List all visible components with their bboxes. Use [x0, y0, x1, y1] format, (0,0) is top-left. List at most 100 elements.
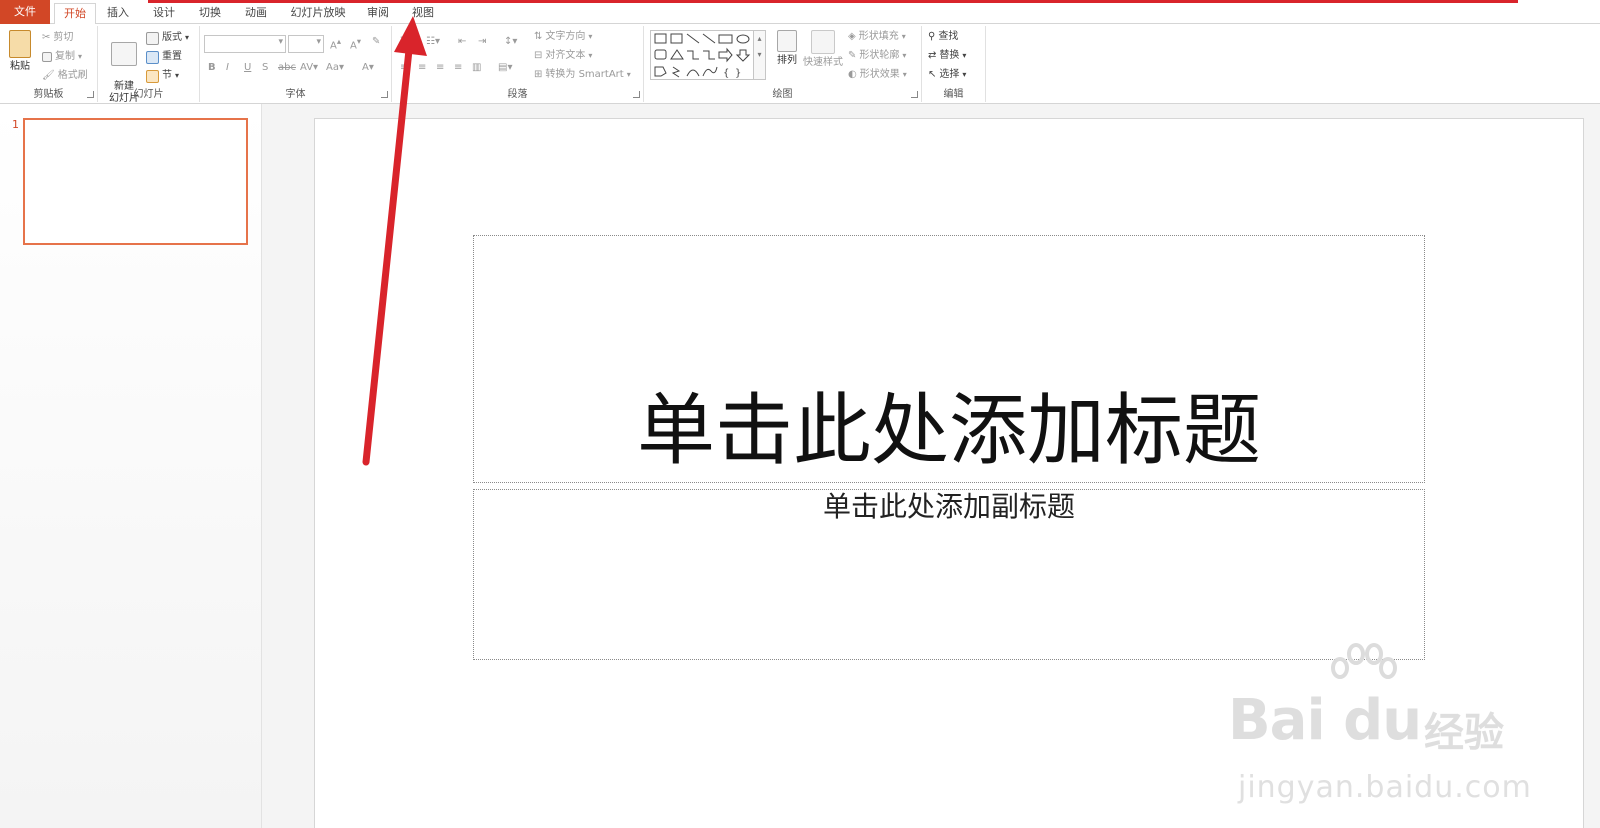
smartart-icon: ⊞	[534, 69, 543, 80]
tab-animations[interactable]: 动画	[238, 3, 274, 24]
subtitle-placeholder-text: 单击此处添加副标题	[822, 490, 1075, 523]
group-label-paragraph: 段落	[507, 89, 528, 100]
paragraph-dialog-launcher[interactable]	[633, 91, 640, 98]
brush-icon: 🖌	[42, 70, 55, 81]
align-center-icon[interactable]: ≡	[418, 62, 426, 73]
strikethrough-icon[interactable]: abc	[278, 62, 296, 73]
shape-outline-button[interactable]: ✎ 形状轮廓 ▾	[848, 47, 906, 65]
font-name-combo[interactable]	[204, 35, 286, 53]
tab-transitions[interactable]: 切换	[192, 3, 228, 24]
text-direction-icon: ⇅	[534, 31, 543, 42]
align-text-label: 对齐文本	[545, 50, 586, 61]
tab-file[interactable]: 文件	[0, 0, 50, 24]
replace-button[interactable]: ⇄ 替换 ▾	[928, 47, 966, 65]
watermark-brand-cn: 经验	[1424, 710, 1504, 756]
ribbon-home: 粘贴 ✂ 剪切 复制 ▾ 🖌 格式刷 剪贴板 新建 幻灯片 版式 ▾ 重置 节 …	[0, 24, 1600, 104]
find-button[interactable]: ⚲ 查找	[928, 28, 958, 46]
decrease-font-icon[interactable]: A▾	[350, 36, 361, 51]
align-left-icon[interactable]: ≡	[400, 62, 408, 73]
text-direction-button[interactable]: ⇅ 文字方向 ▾	[534, 28, 592, 46]
reset-button[interactable]: 重置	[146, 48, 182, 66]
copy-icon	[42, 52, 52, 62]
shapes-gallery[interactable]: {}	[650, 30, 754, 80]
section-button[interactable]: 节 ▾	[146, 67, 179, 85]
clear-format-icon[interactable]: ✎	[372, 36, 380, 47]
cut-button[interactable]: ✂ 剪切	[42, 29, 73, 47]
svg-text:{: {	[723, 68, 729, 79]
numbering-icon[interactable]: ☷▾	[426, 36, 440, 47]
slide-thumbnail-number: 1	[12, 118, 19, 131]
shapes-gallery-icons: {}	[654, 33, 751, 79]
quick-styles-label: 快速样式	[803, 57, 843, 68]
shapes-gallery-scroll[interactable]: ▴ ▾	[754, 30, 766, 80]
format-painter-button[interactable]: 🖌 格式刷	[42, 67, 88, 85]
effects-icon: ◐	[848, 69, 857, 80]
format-painter-label: 格式刷	[57, 70, 88, 81]
find-label: 查找	[938, 31, 959, 42]
tab-slideshow[interactable]: 幻灯片放映	[284, 3, 352, 24]
justify-icon[interactable]: ≡	[454, 62, 462, 73]
paint-bucket-icon: ◈	[848, 31, 856, 42]
subtitle-placeholder[interactable]: 单击此处添加副标题	[473, 489, 1425, 660]
copy-button[interactable]: 复制 ▾	[42, 48, 82, 66]
group-slides: 新建 幻灯片 版式 ▾ 重置 节 ▾ 幻灯片	[98, 26, 200, 104]
convert-smartart-label: 转换为 SmartArt	[545, 69, 624, 80]
title-placeholder[interactable]: 单击此处添加标题	[473, 235, 1425, 483]
pencil-icon: ✎	[848, 50, 857, 61]
distributed-icon[interactable]: ▥	[472, 62, 481, 73]
shadow-icon[interactable]: S	[262, 62, 268, 73]
group-label-clipboard: 剪贴板	[33, 89, 64, 100]
paste-button[interactable]: 粘贴	[2, 30, 38, 88]
layout-label: 版式	[162, 32, 182, 43]
line-spacing-icon[interactable]: ↕▾	[504, 36, 517, 47]
select-label: 选择	[939, 69, 960, 80]
section-label: 节	[162, 70, 172, 81]
reset-icon	[146, 50, 159, 64]
copy-label: 复制	[55, 51, 75, 62]
text-direction-label: 文字方向	[545, 31, 586, 42]
tab-design[interactable]: 设计	[146, 3, 182, 24]
paste-icon	[9, 30, 31, 58]
group-paragraph: ☰▾ ☷▾ ⇤ ⇥ ↕▾ ≡ ≡ ≡ ≡ ▥ ▤▾ ⇅ 文字方向 ▾ ⊟ 对齐文本 ▾ …	[392, 26, 644, 102]
increase-indent-icon[interactable]: ⇥	[478, 36, 486, 47]
decrease-indent-icon[interactable]: ⇤	[458, 36, 466, 47]
clipboard-dialog-launcher[interactable]	[87, 91, 94, 98]
convert-smartart-button[interactable]: ⊞ 转换为 SmartArt ▾	[534, 66, 631, 84]
arrange-button[interactable]: 排列	[772, 30, 802, 88]
tab-review[interactable]: 审阅	[360, 3, 396, 24]
group-font: A▴ A▾ ✎ B I U S abc AV▾ Aa▾ A▾ 字体	[200, 26, 392, 102]
shape-effects-button[interactable]: ◐ 形状效果 ▾	[848, 66, 907, 84]
underline-icon[interactable]: U	[244, 62, 251, 73]
char-spacing-icon[interactable]: AV▾	[300, 62, 318, 73]
group-label-drawing: 绘图	[772, 89, 793, 100]
tab-view[interactable]: 视图	[405, 3, 441, 24]
font-size-combo[interactable]	[288, 35, 324, 53]
drawing-dialog-launcher[interactable]	[911, 91, 918, 98]
font-dialog-launcher[interactable]	[381, 91, 388, 98]
new-slide-button[interactable]: 新建 幻灯片	[102, 30, 146, 104]
change-case-icon[interactable]: Aa▾	[326, 62, 344, 73]
reset-label: 重置	[162, 51, 182, 62]
increase-font-icon[interactable]: A▴	[330, 36, 341, 51]
align-right-icon[interactable]: ≡	[436, 62, 444, 73]
tab-insert[interactable]: 插入	[100, 3, 136, 24]
font-color-icon[interactable]: A▾	[362, 62, 374, 73]
quick-styles-icon	[811, 30, 835, 54]
shape-fill-button[interactable]: ◈ 形状填充 ▾	[848, 28, 906, 46]
slide-thumbnail[interactable]	[23, 118, 248, 245]
tab-home[interactable]: 开始	[54, 3, 96, 25]
bullets-icon[interactable]: ☰▾	[400, 36, 414, 47]
new-slide-icon	[111, 42, 137, 66]
italic-icon[interactable]: I	[226, 62, 229, 73]
group-editing: ⚲ 查找 ⇄ 替换 ▾ ↖ 选择 ▾ 编辑	[922, 26, 986, 102]
quick-styles-button[interactable]: 快速样式	[802, 30, 844, 88]
align-text-button[interactable]: ⊟ 对齐文本 ▾	[534, 47, 592, 65]
select-button[interactable]: ↖ 选择 ▾	[928, 66, 966, 84]
bold-icon[interactable]: B	[208, 62, 216, 73]
group-label-editing: 编辑	[943, 89, 964, 100]
columns-icon[interactable]: ▤▾	[498, 62, 512, 73]
replace-label: 替换	[939, 50, 960, 61]
layout-button[interactable]: 版式 ▾	[146, 29, 189, 47]
shape-effects-label: 形状效果	[859, 69, 900, 80]
group-drawing: {} ▴ ▾ 排列 快速样式 ◈ 形状填充 ▾ ✎ 形状轮廓 ▾ ◐ 形状效果 ▾	[644, 26, 922, 102]
